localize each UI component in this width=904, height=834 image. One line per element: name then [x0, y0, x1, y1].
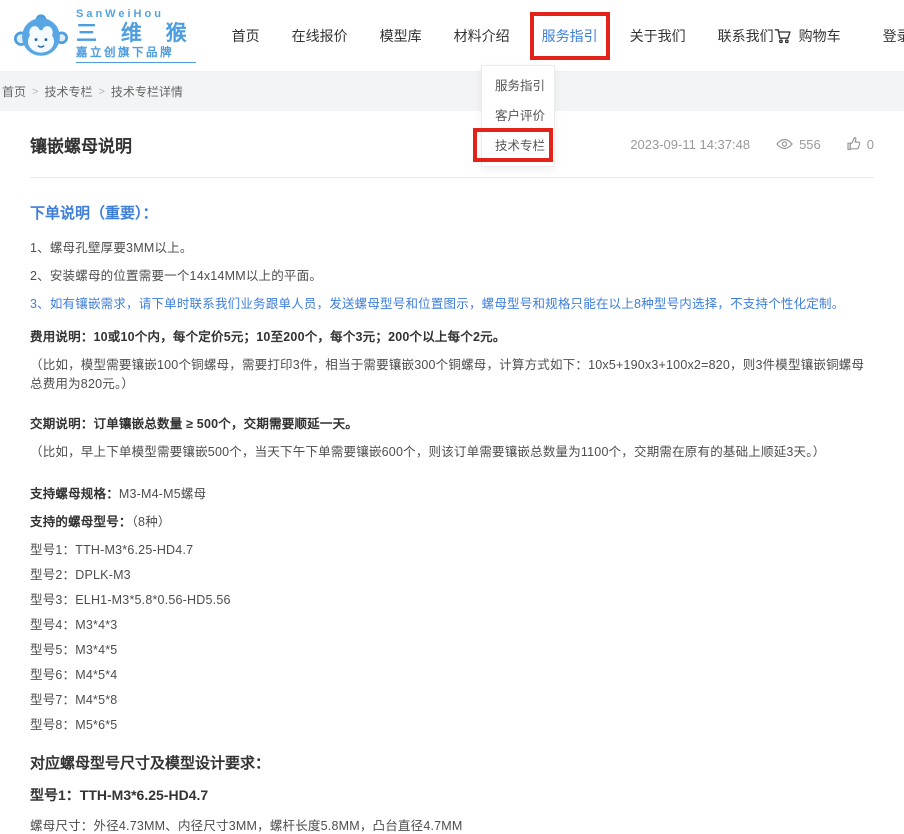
views-count: 556 — [799, 137, 821, 152]
fee-example: （比如，模型需要镶嵌100个铜螺母，需要打印3件，相当于需要镶嵌300个铜螺母，… — [30, 354, 874, 392]
views-counter: 556 — [776, 137, 821, 152]
breadcrumb-separator: > — [32, 86, 38, 98]
breadcrumb-band: 首页 > 技术专栏 > 技术专栏详情 — [0, 72, 904, 111]
model1-heading: 型号1：TTH-M3*6.25-HD4.7 — [30, 785, 874, 805]
model-line-7: 型号7：M4*5*8 — [30, 689, 874, 708]
model1-dimensions: 螺母尺寸：外径4.73MM、内径尺寸3MM，螺杆长度5.8MM，凸台直径4.7M… — [30, 815, 874, 834]
like-button[interactable]: 0 — [847, 137, 874, 152]
nav-item-contact-us[interactable]: 联系我们 — [718, 22, 774, 50]
thumbs-up-icon — [847, 137, 861, 151]
brand-name-en: SanWeiHou — [76, 8, 196, 21]
model-line-2: 型号2：DPLK-M3 — [30, 564, 874, 583]
site-logo[interactable]: SanWeiHou 三 维 猴 嘉立创旗下品牌 — [14, 8, 196, 63]
article-body: 下单说明（重要）： 1、螺母孔壁厚要3MM以上。 2、安装螺母的位置需要一个14… — [0, 178, 904, 834]
nav-item-service-guide-label: 服务指引 — [542, 28, 598, 44]
article-meta: 2023-09-11 14:37:48 556 0 — [630, 137, 874, 152]
model-line-3: 型号3：ELH1-M3*5.8*0.56-HD5.56 — [30, 589, 874, 608]
article-date: 2023-09-11 14:37:48 — [630, 137, 750, 152]
main-nav: 首页 在线报价 模型库 材料介绍 服务指引 关于我们 联系我们 — [232, 22, 774, 50]
dropdown-item-tech-column-label: 技术专栏 — [495, 139, 545, 153]
leadtime-note: 交期说明：订单镶嵌总数量 ≥ 500个，交期需要顺延一天。 — [30, 413, 874, 432]
leadtime-example: （比如，早上下单模型需要镶嵌500个，当天下午下单需要镶嵌600个，则该订单需要… — [30, 441, 874, 460]
dropdown-item-customer-reviews[interactable]: 客户评价 — [482, 101, 554, 131]
supported-spec-label: 支持螺母规格： — [30, 487, 119, 501]
nav-item-about-us[interactable]: 关于我们 — [630, 22, 686, 50]
supported-spec-line: 支持螺母规格：M3-M4-M5螺母 — [30, 483, 874, 502]
header-right: 购物车 登录 / 注册 — [774, 26, 904, 46]
model-line-5: 型号5：M3*4*5 — [30, 639, 874, 658]
order-note-1: 1、螺母孔壁厚要3MM以上。 — [30, 237, 874, 256]
cart-button[interactable]: 购物车 — [774, 26, 841, 46]
nav-item-home[interactable]: 首页 — [232, 22, 260, 50]
brand-tagline: 嘉立创旗下品牌 — [76, 47, 196, 63]
nav-item-model-library[interactable]: 模型库 — [380, 22, 422, 50]
breadcrumb-separator: > — [98, 86, 104, 98]
eye-icon — [776, 138, 793, 150]
nav-item-service-guide[interactable]: 服务指引 — [542, 22, 598, 50]
service-guide-dropdown: 服务指引 客户评价 技术专栏 — [481, 65, 555, 167]
auth-links: 登录 / 注册 — [883, 26, 904, 46]
supported-spec-value: M3-M4-M5螺母 — [119, 487, 206, 501]
supported-models-value: （8种） — [132, 515, 171, 529]
breadcrumb-tech-column[interactable]: 技术专栏 — [44, 83, 92, 100]
monkey-logo-icon — [14, 10, 68, 62]
model-line-1: 型号1：TTH-M3*6.25-HD4.7 — [30, 539, 874, 558]
cart-icon — [774, 28, 792, 44]
site-header: SanWeiHou 三 维 猴 嘉立创旗下品牌 首页 在线报价 模型库 材料介绍… — [0, 0, 904, 72]
model-line-8: 型号8：M5*6*5 — [30, 714, 874, 733]
heading-model-dimensions: 对应螺母型号尺寸及模型设计要求： — [30, 752, 874, 773]
page-title: 镶嵌螺母说明 — [30, 132, 132, 157]
article-title-row: 镶嵌螺母说明 2023-09-11 14:37:48 556 0 — [0, 111, 904, 177]
dropdown-item-tech-column[interactable]: 技术专栏 — [482, 131, 554, 161]
brand-name-cn: 三 维 猴 — [76, 22, 196, 46]
cart-label: 购物车 — [799, 26, 841, 46]
heading-order-notes: 下单说明（重要）： — [30, 202, 874, 223]
supported-models-label: 支持的螺母型号： — [30, 515, 132, 529]
likes-count: 0 — [867, 137, 874, 152]
fee-note: 费用说明：10或10个内，每个定价5元；10至200个，每个3元；200个以上每… — [30, 326, 874, 345]
dropdown-item-service-guide[interactable]: 服务指引 — [482, 71, 554, 101]
breadcrumb-home[interactable]: 首页 — [2, 83, 26, 100]
nav-item-materials[interactable]: 材料介绍 — [454, 22, 510, 50]
model-line-4: 型号4：M3*4*3 — [30, 614, 874, 633]
breadcrumb-detail: 技术专栏详情 — [111, 83, 183, 100]
nav-item-online-quote[interactable]: 在线报价 — [292, 22, 348, 50]
order-note-2: 2、安装螺母的位置需要一个14x14MM以上的平面。 — [30, 265, 874, 284]
model-line-6: 型号6：M4*5*4 — [30, 664, 874, 683]
supported-models-line: 支持的螺母型号：（8种） — [30, 511, 874, 530]
login-link[interactable]: 登录 — [883, 26, 904, 46]
order-note-3: 3、如有镶嵌需求，请下单时联系我们业务跟单人员，发送螺母型号和位置图示，螺母型号… — [30, 293, 874, 312]
